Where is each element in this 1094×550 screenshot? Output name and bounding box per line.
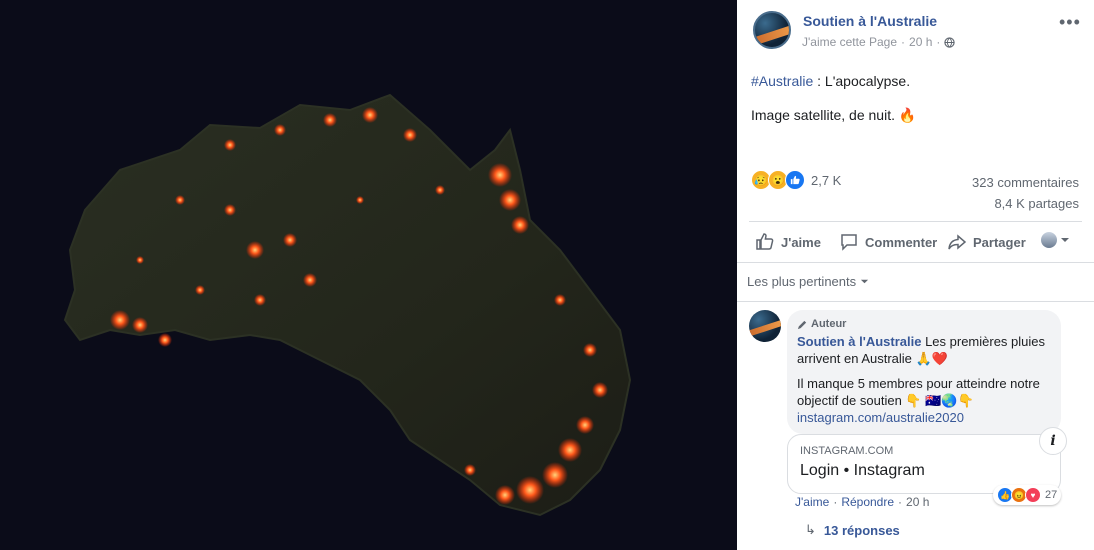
hashtag-link[interactable]: #Australie [751, 73, 813, 89]
comment-reaction-count: 27 [1045, 489, 1058, 501]
comment-sep-2: · [898, 495, 903, 509]
meta-separator: · [901, 35, 906, 49]
audience-selector[interactable] [1041, 232, 1070, 248]
post-photo-australia-fires[interactable] [0, 0, 737, 550]
reaction-count: 2,7 K [811, 172, 842, 188]
section-divider [737, 262, 1094, 263]
info-icon[interactable]: i [1039, 427, 1067, 455]
author-badge: Auteur [797, 316, 1051, 333]
thumb-up-icon [756, 233, 774, 250]
replies-label: 13 réponses [823, 522, 900, 538]
section-divider-2 [737, 301, 1094, 302]
like-label: J'aime [781, 234, 821, 250]
comments-count-link[interactable]: 323 commentaires [972, 172, 1079, 193]
post-meta: J'aime cette Page · 20 h · [802, 35, 956, 49]
divider [749, 221, 1082, 222]
post-side-panel: Soutien à l'Australie J'aime cette Page … [737, 0, 1094, 550]
comment-text-2: Il manque 5 membres pour atteindre notre… [797, 376, 1040, 408]
share-button[interactable]: Partager [947, 232, 1026, 252]
post-time[interactable]: 20 h [909, 35, 932, 49]
comment-label: Commenter [865, 234, 938, 250]
comment-time[interactable]: 20 h [906, 495, 929, 509]
author-badge-label: Auteur [811, 318, 847, 330]
comment-reply-link[interactable]: Répondre [841, 495, 894, 509]
comment-like-link[interactable]: J'aime [795, 495, 829, 509]
globe-icon [944, 36, 956, 48]
comment-text-1: Soutien à l'Australie Les premières plui… [797, 333, 1051, 367]
comment-filter-dropdown[interactable]: Les plus pertinents [747, 274, 869, 289]
comment-reactions[interactable]: 👍 😠 ♥ 27 [993, 485, 1062, 505]
like-button[interactable]: J'aime [755, 232, 821, 252]
chevron-down-icon [1061, 238, 1069, 242]
comment-button[interactable]: Commenter [839, 232, 937, 252]
like-thumb-icon [785, 170, 805, 190]
post-text-line1: #Australie : L'apocalypse. [751, 72, 910, 90]
comment-actions: J'aime · Répondre · 20 h [795, 495, 929, 509]
commenter-avatar[interactable] [749, 310, 781, 342]
page-avatar[interactable] [753, 11, 791, 49]
card-title: Login • Instagram [800, 462, 925, 479]
comment-sep: · [833, 495, 838, 509]
post-text-rest: : L'apocalypse. [813, 73, 911, 89]
engagement-counts: 323 commentaires 8,4 K partages [972, 172, 1079, 214]
reply-arrow-icon: ↳ [805, 522, 816, 537]
comment-bubble-icon [841, 234, 857, 251]
more-options-icon[interactable]: ••• [1059, 12, 1081, 33]
comment-link[interactable]: instagram.com/australie2020 [797, 409, 1051, 426]
meta-separator-2: · [936, 35, 941, 49]
post-text-line2: Image satellite, de nuit. 🔥 [751, 107, 917, 123]
share-label: Partager [973, 234, 1026, 250]
view-replies-link[interactable]: ↳ 13 réponses [805, 522, 900, 538]
reaction-summary[interactable]: 😥 😮 2,7 K [751, 170, 841, 190]
share-arrow-icon [948, 234, 967, 250]
comment-filter-label: Les plus pertinents [747, 274, 857, 289]
comment-bubble: Auteur Soutien à l'Australie Les premièr… [787, 310, 1061, 434]
like-page-link[interactable]: J'aime cette Page [802, 35, 897, 49]
australia-night-map [0, 0, 737, 550]
profile-mini-icon [1041, 232, 1057, 248]
pencil-icon [797, 320, 807, 330]
love-reaction-icon: ♥ [1025, 487, 1041, 503]
page-name-link[interactable]: Soutien à l'Australie [803, 13, 937, 29]
shares-count-link[interactable]: 8,4 K partages [972, 193, 1079, 214]
comment-author-link[interactable]: Soutien à l'Australie [797, 334, 921, 349]
card-domain: INSTAGRAM.COM [800, 445, 894, 457]
caret-down-icon [860, 279, 868, 284]
